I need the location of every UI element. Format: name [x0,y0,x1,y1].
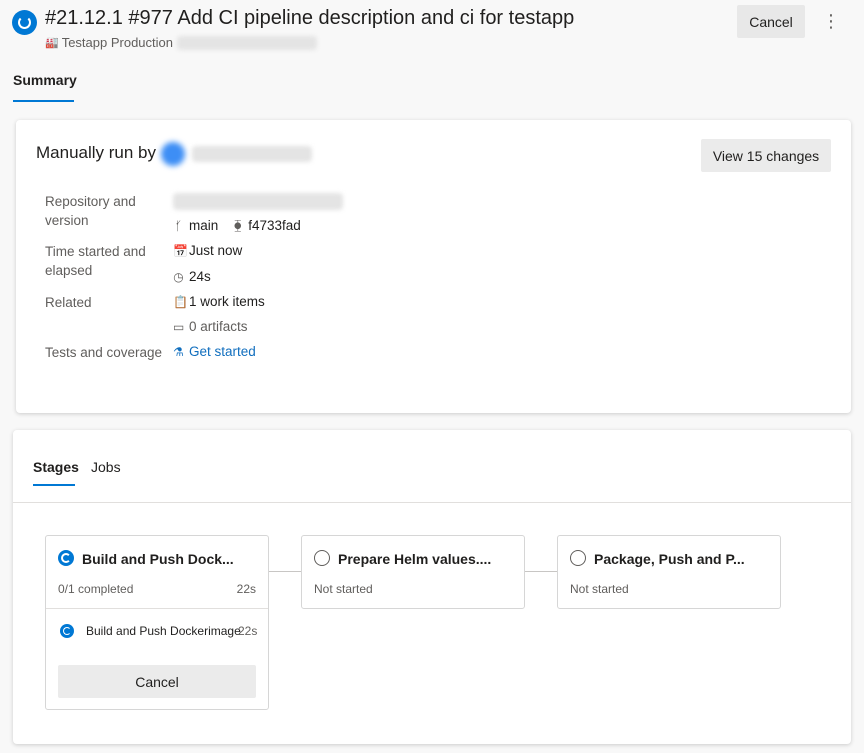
started-text: Just now [189,243,243,258]
project-name: Testapp Production [61,35,173,50]
view-changes-button[interactable]: View 15 changes [701,139,831,172]
work-items-text: 1 work items [189,294,265,309]
branch-name[interactable]: main [189,218,218,233]
time-label: Time started and elapsed [45,244,146,278]
started-value: 📅 Just now [173,243,242,258]
stage-name: Build and Push Dock... [82,551,234,567]
job-running-icon [60,624,74,638]
work-items-value[interactable]: 📋 1 work items [173,294,265,309]
stage-name: Package, Push and P... [594,551,745,567]
flask-icon: ⚗ [173,344,184,359]
stage-not-started-icon [314,550,330,566]
stage-not-started-icon [570,550,586,566]
tab-stages[interactable]: Stages [33,459,79,475]
more-options-icon[interactable]: ⋮ [822,8,840,34]
cancel-run-button[interactable]: Cancel [737,5,805,38]
cancel-stage-button[interactable]: Cancel [58,665,256,698]
stage-status: Not started [570,582,629,596]
tab-jobs[interactable]: Jobs [91,459,121,475]
stage-running-icon [58,550,74,566]
run-in-progress-icon [12,10,37,35]
stage-name: Prepare Helm values.... [338,551,492,567]
divider [13,502,851,503]
tab-selected-indicator [33,484,75,486]
elapsed-value: ◷ 24s [173,269,211,284]
tab-selected-indicator [13,100,74,102]
calendar-icon: 📅 [173,243,188,258]
related-label: Related [45,295,92,310]
avatar [161,142,185,166]
job-name[interactable]: Build and Push Dockerimage [86,624,241,638]
page-title: #21.12.1 #977 Add CI pipeline descriptio… [45,7,575,29]
tab-summary[interactable]: Summary [13,72,77,88]
stage-status: Not started [314,582,373,596]
clipboard-icon: 📋 [173,294,188,309]
factory-icon: 🏭 [45,37,59,49]
repo-version-value: ᚶ main ⧳ f4733fad [173,218,301,233]
artifact-icon: ▭ [173,319,185,334]
stage-card-package[interactable]: Package, Push and P... Not started [557,535,781,609]
repo-version-label: Repository and version [45,194,136,228]
job-duration: 22s [238,624,258,638]
stage-duration: 22s [236,582,256,596]
stage-connector [525,571,557,572]
page-header: #21.12.1 #977 Add CI pipeline descriptio… [0,0,864,58]
redacted-repository [173,193,343,210]
tests-coverage-label: Tests and coverage [45,345,163,360]
artifacts-text: 0 artifacts [189,319,248,334]
artifacts-value: ▭ 0 artifacts [173,319,248,334]
get-started-link-wrap[interactable]: ⚗ Get started [173,344,256,359]
redacted-user-name [192,146,312,162]
commit-icon: ⧳ [234,218,242,232]
project-breadcrumb[interactable]: 🏭 Testapp Production [45,35,317,50]
elapsed-text: 24s [189,269,211,284]
divider [46,608,268,609]
stage-card-helm[interactable]: Prepare Helm values.... Not started [301,535,525,609]
stage-status: 0/1 completed [58,582,134,596]
stage-connector [269,571,301,572]
redacted-text [177,35,317,50]
manually-run-by-label: Manually run by [36,143,157,162]
get-started-link[interactable]: Get started [189,344,256,359]
run-summary-card: Manually run by View 15 changes Reposito… [16,120,851,413]
commit-id[interactable]: f4733fad [248,218,301,233]
pipeline-stages-card: Stages Jobs Build and Push Dock... 0/1 c… [13,430,851,744]
stage-card-build[interactable]: Build and Push Dock... 0/1 completed 22s… [45,535,269,710]
clock-icon: ◷ [173,269,184,284]
branch-icon: ᚶ [174,218,183,233]
